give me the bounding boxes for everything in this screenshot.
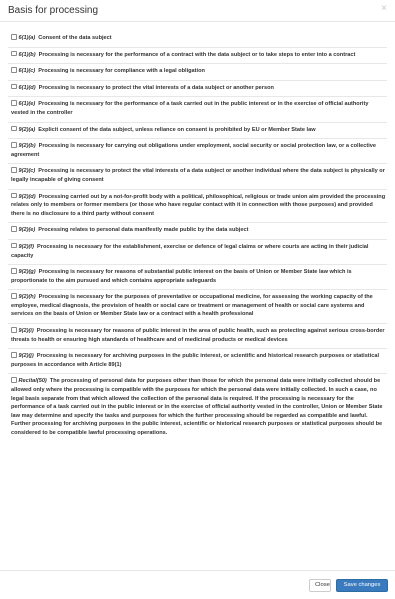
checkbox[interactable] [11,293,17,299]
article-ref: 6(1)(a) [18,35,36,41]
checkbox[interactable] [11,83,17,90]
basis-item-9-2-i[interactable]: 9(2)(i) Processing is necessary for reaso… [8,324,387,350]
checkbox[interactable] [11,167,17,173]
item-text: Processing carried out by a not-for-prof… [11,193,386,217]
close-button[interactable]: Close [309,579,331,592]
modal-title: Basis for processing [8,5,99,16]
item-text: Processing is necessary to protect the v… [11,168,385,183]
item-text: Processing relates to personal data mani… [38,227,249,234]
article-ref: 9(2)(f) [18,243,35,250]
basis-item-6-1-c[interactable]: 6(1)(c) Processing is necessary for compl… [8,64,387,81]
checkbox[interactable] [11,327,17,333]
basis-item-9-2-h[interactable]: 9(2)(h) Processing is necessary for the p… [8,290,387,325]
basis-item-6-1-e[interactable]: 6(1)(e) Processing is necessary for the p… [8,97,387,123]
modal-header: Basis for processing × [0,0,395,22]
basis-item-9-2-e[interactable]: 9(2)(e) Processing relates to personal da… [8,223,387,240]
item-text: The processing of personal data for purp… [11,378,383,436]
basis-item-9-2-g[interactable]: 9(2)(g) Processing is necessary for reaso… [8,265,387,291]
basis-for-processing-modal: Basis for processing × 6(1)(a) Consent of… [0,0,395,599]
basis-item-6-1-b[interactable]: 6(1)(b) Processing is necessary for the p… [8,48,387,65]
item-text: Processing is necessary for reasons of p… [11,328,385,343]
checkbox[interactable] [11,192,17,199]
checkbox[interactable] [11,125,17,132]
article-ref: 9(2)(j) [18,353,34,360]
item-text: Consent of the data subject [38,35,112,41]
item-text: Processing is necessary for the performa… [11,101,369,116]
item-text: Processing is necessary to protect the v… [38,84,274,91]
basis-item-9-2-a[interactable]: 9(2)(a) Explicit consent of the data subj… [8,123,387,140]
article-ref: 6(1)(d) [18,84,36,91]
checkbox[interactable] [11,67,17,73]
item-text: Processing is necessary for reasons of s… [11,269,352,284]
basis-item-9-2-b[interactable]: 9(2)(b) Processing is necessary for carry… [8,139,387,165]
checkbox[interactable] [11,242,17,249]
save-changes-button[interactable]: Save changes [336,579,388,592]
item-text: Processing is necessary for the purposes… [11,294,373,318]
basis-item-9-2-f[interactable]: 9(2)(f) Processing is necessary for the e… [8,240,387,266]
checkbox[interactable] [11,100,17,106]
basis-item-6-1-a[interactable]: 6(1)(a) Consent of the data subject [8,31,387,48]
checkbox[interactable] [11,377,17,383]
checkbox[interactable] [11,352,17,358]
article-ref: 6(1)(b) [18,51,36,58]
item-text: Explicit consent of the data subject, un… [38,126,316,133]
article-ref: Recital(50) [18,378,47,385]
item-text: Processing is necessary for the performa… [38,51,356,58]
article-ref: 9(2)(e) [18,227,36,234]
article-ref: 9(2)(d) [18,193,36,200]
basis-item-recital-50[interactable]: Recital(50) The processing of personal da… [8,374,387,441]
article-ref: 6(1)(c) [18,68,36,75]
checkbox[interactable] [11,268,17,274]
article-ref: 9(2)(c) [18,168,36,175]
article-ref: 9(2)(b) [18,143,36,150]
article-ref: 6(1)(e) [18,101,36,108]
checkbox[interactable] [11,50,17,57]
checkbox[interactable] [11,34,17,40]
item-text: Processing is necessary for compliance w… [38,68,205,75]
checkbox[interactable] [11,142,17,148]
article-ref: 9(2)(i) [18,328,34,335]
close-icon[interactable]: × [381,4,387,14]
modal-footer: Close Save changes [0,570,395,599]
modal-body: 6(1)(a) Consent of the data subject 6(1)(… [8,31,387,442]
item-text: Processing is necessary for carrying out… [11,143,376,158]
article-ref: 9(2)(h) [18,294,36,301]
article-ref: 9(2)(g) [18,269,36,276]
basis-item-9-2-d[interactable]: 9(2)(d) Processing carried out by a not-f… [8,190,387,224]
basis-item-9-2-c[interactable]: 9(2)(c) Processing is necessary to protec… [8,164,387,190]
item-text: Processing is necessary for archiving pu… [11,353,379,368]
basis-item-9-2-j[interactable]: 9(2)(j) Processing is necessary for archi… [8,349,387,375]
basis-item-6-1-d[interactable]: 6(1)(d) Processing is necessary to protec… [8,81,387,98]
checkbox[interactable] [11,226,17,232]
item-text: Processing is necessary for the establis… [11,243,369,259]
article-ref: 9(2)(a) [18,126,36,133]
